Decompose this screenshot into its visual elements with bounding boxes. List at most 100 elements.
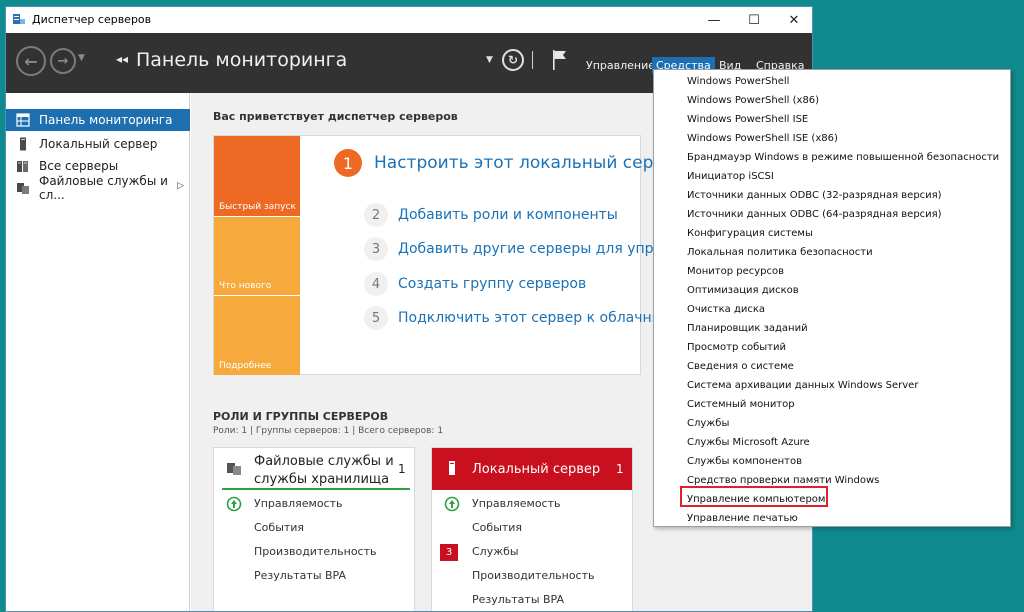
sidebar-item-label: Все серверы [39, 159, 119, 173]
tile-learn-more[interactable]: Подробнее [214, 296, 300, 375]
arrow-right-icon: → [57, 53, 69, 69]
card-row-performance[interactable]: Производительность [254, 545, 377, 558]
step-number: 1 [334, 149, 362, 177]
page-title: Панель мониторинга [136, 49, 348, 71]
quick-start-step-2[interactable]: 2 Добавить роли и компоненты [364, 202, 618, 228]
menu-item-resource-monitor[interactable]: Монитор ресурсов [687, 262, 784, 281]
history-dropdown[interactable]: ▼ [78, 53, 85, 63]
menu-item-powershell-x86[interactable]: Windows PowerShell (x86) [687, 91, 819, 110]
forward-button[interactable]: → [50, 48, 76, 74]
menu-manage[interactable]: Управление [582, 57, 659, 74]
menu-item-firewall[interactable]: Брандмауэр Windows в режиме повышенной б… [687, 148, 999, 167]
quick-start-step-5[interactable]: 5 Подключить этот сервер к облачным [364, 305, 673, 331]
server-icon [449, 461, 455, 475]
step-number: 5 [364, 306, 388, 330]
sidebar-item-label: Файловые службы и сл... [39, 174, 168, 202]
card-row-events[interactable]: События [254, 521, 304, 534]
step-link[interactable]: Подключить этот сервер к облачным [398, 310, 673, 326]
welcome-heading: Вас приветствует диспетчер серверов [213, 110, 458, 123]
menu-item-event-viewer[interactable]: Просмотр событий [687, 338, 786, 357]
card-title-line: службы хранилища [254, 472, 390, 487]
file-services-icon [227, 463, 241, 475]
notifications-flag-icon[interactable] [552, 49, 568, 71]
menu-item-disk-cleanup[interactable]: Очистка диска [687, 300, 765, 319]
minimize-button[interactable]: — [694, 7, 734, 33]
roles-heading: РОЛИ И ГРУППЫ СЕРВЕРОВ [213, 410, 389, 423]
menu-item-iscsi[interactable]: Инициатор iSCSI [687, 167, 774, 186]
role-card-local-server[interactable]: Локальный сервер 1 Управляемость События… [431, 447, 633, 611]
tile-whats-new[interactable]: Что нового [214, 217, 300, 295]
toolbar-separator [532, 51, 533, 69]
card-row-bpa[interactable]: Результаты BPA [254, 569, 346, 582]
menu-item-system-info[interactable]: Сведения о системе [687, 357, 794, 376]
card-row-services[interactable]: Службы [472, 545, 519, 558]
step-link[interactable]: Настроить этот локальный серв [374, 153, 663, 173]
quick-start-step-3[interactable]: 3 Добавить другие серверы для управ [364, 236, 670, 262]
sidebar-item-file-services[interactable]: Файловые службы и сл... ▷ [6, 174, 190, 202]
step-number: 3 [364, 237, 388, 261]
sidebar-item-label: Панель мониторинга [39, 113, 173, 127]
sidebar-item-local-server[interactable]: Локальный сервер [6, 133, 190, 155]
roles-summary: Роли: 1 | Группы серверов: 1 | Всего сер… [213, 426, 444, 436]
quick-start-step-4[interactable]: 4 Создать группу серверов [364, 271, 586, 297]
menu-item-powershell-ise-x86[interactable]: Windows PowerShell ISE (x86) [687, 129, 838, 148]
card-row-bpa[interactable]: Результаты BPA [472, 593, 564, 606]
card-title: Локальный сервер [472, 462, 601, 477]
menu-item-powershell-ise[interactable]: Windows PowerShell ISE [687, 110, 808, 129]
step-number: 2 [364, 203, 388, 227]
step-link[interactable]: Добавить роли и компоненты [398, 207, 618, 223]
tile-label: Что нового [219, 281, 272, 291]
expand-arrow-icon[interactable]: ▷ [177, 181, 184, 191]
status-up-icon [444, 496, 460, 512]
menu-item-performance-monitor[interactable]: Системный монитор [687, 395, 795, 414]
card-count: 1 [398, 462, 406, 476]
chevron-down-icon: ▼ [78, 53, 85, 63]
sidebar: Панель мониторинга Локальный сервер Все … [6, 93, 190, 611]
window-title: Диспетчер серверов [32, 13, 152, 26]
menu-item-windows-server-backup[interactable]: Система архивации данных Windows Server [687, 376, 918, 395]
refresh-button[interactable]: ↻ [502, 49, 524, 71]
menu-item-powershell[interactable]: Windows PowerShell [687, 72, 789, 91]
menu-item-services[interactable]: Службы [687, 414, 729, 433]
step-link[interactable]: Добавить другие серверы для управ [398, 241, 670, 257]
card-row-manageability[interactable]: Управляемость [254, 497, 342, 510]
menu-item-odbc-32[interactable]: Источники данных ODBC (32-разрядная верс… [687, 186, 942, 205]
menu-item-component-services[interactable]: Службы компонентов [687, 452, 802, 471]
card-count: 1 [616, 462, 624, 476]
card-row-performance[interactable]: Производительность [472, 569, 595, 582]
card-header[interactable]: Локальный сервер 1 [432, 448, 632, 490]
role-card-file-services[interactable]: Файловые службы и службы хранилища 1 Упр… [213, 447, 415, 611]
tile-label: Подробнее [219, 361, 272, 371]
tile-quick-start[interactable]: Быстрый запуск [214, 136, 300, 216]
menu-item-disk-optimization[interactable]: Оптимизация дисков [687, 281, 799, 300]
highlight-annotation-box [680, 486, 828, 507]
arrow-left-icon: ← [24, 51, 38, 71]
menu-item-print-management[interactable]: Управление печатью [687, 509, 798, 528]
close-button[interactable]: ✕ [774, 7, 812, 33]
server-icon [20, 137, 26, 151]
card-row-events[interactable]: События [472, 521, 522, 534]
menu-item-local-security-policy[interactable]: Локальная политика безопасности [687, 243, 873, 262]
servers-icon [17, 161, 28, 172]
menu-item-system-config[interactable]: Конфигурация системы [687, 224, 813, 243]
status-ok-bar [222, 488, 410, 490]
step-link[interactable]: Создать группу серверов [398, 276, 586, 292]
chevron-down-icon: ▼ [486, 55, 493, 65]
card-row-manageability[interactable]: Управляемость [472, 497, 560, 510]
breadcrumb-dropdown[interactable]: ▼ [486, 55, 493, 65]
card-title-line: Файловые службы и [254, 454, 394, 469]
step-number: 4 [364, 272, 388, 296]
quick-start-step-1[interactable]: 1 Настроить этот локальный серв [334, 148, 663, 178]
breadcrumb-arrows-icon: ◂◂ [116, 52, 129, 66]
back-button[interactable]: ← [16, 46, 46, 76]
sidebar-item-dashboard[interactable]: Панель мониторинга [6, 109, 190, 131]
alert-count-badge: 3 [440, 544, 458, 561]
tools-dropdown-menu: Windows PowerShell Windows PowerShell (x… [653, 69, 1011, 527]
card-header[interactable]: Файловые службы и службы хранилища 1 [214, 448, 414, 490]
menu-item-azure-services[interactable]: Службы Microsoft Azure [687, 433, 810, 452]
status-up-icon [226, 496, 242, 512]
maximize-button[interactable]: ☐ [734, 7, 774, 33]
sidebar-item-label: Локальный сервер [39, 137, 158, 151]
menu-item-task-scheduler[interactable]: Планировщик заданий [687, 319, 808, 338]
menu-item-odbc-64[interactable]: Источники данных ODBC (64-разрядная верс… [687, 205, 942, 224]
